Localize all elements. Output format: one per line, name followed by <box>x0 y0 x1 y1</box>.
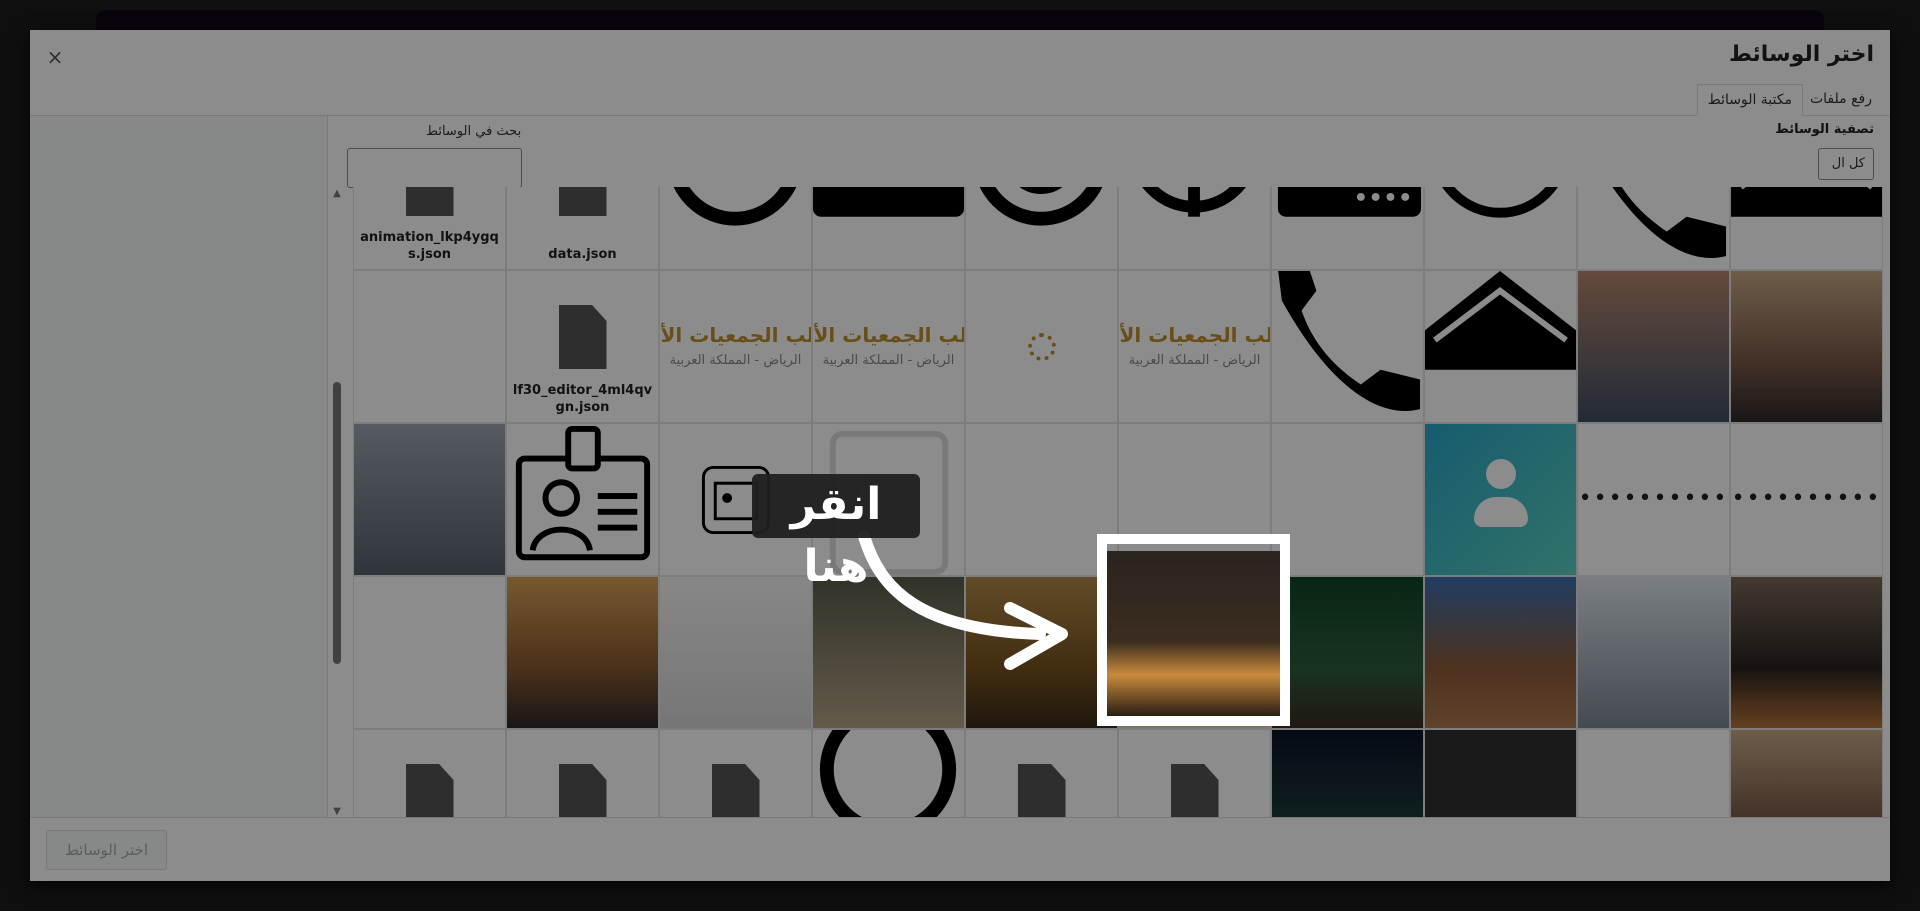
password-dots: •••••••••• <box>1731 486 1882 511</box>
dates-bowl-photo[interactable] <box>1271 576 1424 729</box>
search-icon <box>1442 187 1558 218</box>
media-item-caption: animation_lkp4ygqs.json <box>360 230 499 262</box>
media-item[interactable] <box>965 270 1118 423</box>
document-file-icon <box>711 764 760 821</box>
user-icon <box>1466 459 1536 539</box>
keyboard-icon <box>1277 187 1422 217</box>
scroll-thumb[interactable] <box>333 382 341 664</box>
select-media-button[interactable]: اختر الوسائط <box>46 830 168 870</box>
logo-subtext: الرياض - المملكة العربية <box>1128 353 1261 368</box>
document-file-icon <box>1170 764 1219 821</box>
tab-media-library[interactable]: مكتبة الوسائط <box>1696 84 1803 116</box>
media-modal: اختر الوسائط × رفع ملفات مكتبة الوسائط ت… <box>30 30 1890 881</box>
logo-text: الب الجمعيات الأهلية <box>1119 323 1271 347</box>
form-screenshot[interactable] <box>353 270 506 423</box>
highway-night-photo[interactable] <box>1271 729 1424 821</box>
envelope-icon <box>1425 271 1576 370</box>
media-item[interactable] <box>812 729 965 821</box>
media-item[interactable] <box>506 423 659 576</box>
logo-text: الب الجمعيات الأهلية <box>813 323 965 347</box>
media-item[interactable] <box>1577 187 1730 270</box>
media-item[interactable] <box>965 729 1118 821</box>
business-meeting-photo[interactable] <box>1577 576 1730 729</box>
document-file-icon <box>405 187 454 216</box>
document-file-icon <box>558 764 607 821</box>
child-hospital-photo[interactable] <box>659 576 812 729</box>
document-file-icon <box>558 187 607 216</box>
media-filter-select[interactable]: كل ال <box>1818 148 1874 180</box>
logo-subtext: الرياض - المملكة العربية <box>669 353 802 368</box>
close-icon[interactable]: × <box>40 42 70 72</box>
towers-sunset-photo[interactable] <box>1730 576 1883 729</box>
media-item[interactable]: data.json <box>506 187 659 270</box>
org-chart-image-2[interactable] <box>1577 729 1730 821</box>
logo-subtext: الرياض - المملكة العربية <box>822 353 955 368</box>
logo-mark-icon <box>1028 333 1056 361</box>
circle-icon <box>819 730 957 821</box>
media-item[interactable] <box>1271 270 1424 423</box>
media-item[interactable]: animation_lkp4ygqs.json <box>353 187 506 270</box>
tutorial-tooltip: انقر هنا <box>752 474 920 592</box>
media-item[interactable]: •••••••••• <box>1577 423 1730 576</box>
media-item[interactable] <box>1271 187 1424 270</box>
skyline-fog-photo[interactable] <box>1577 270 1730 423</box>
document-file-icon <box>1017 764 1066 821</box>
id-badge-icon <box>515 425 651 561</box>
attachment-details-sidebar <box>30 116 328 817</box>
media-tabs: رفع ملفات مكتبة الوسائط <box>30 80 1890 116</box>
grid-scrollbar[interactable]: ▲ ▼ <box>331 188 343 818</box>
tutorial-highlight-frame <box>1097 534 1290 726</box>
dark-pattern-image[interactable] <box>1424 729 1577 821</box>
media-item[interactable] <box>1118 729 1271 821</box>
media-item[interactable] <box>659 187 812 270</box>
search-label: بحث في الوسائط <box>426 124 522 139</box>
media-item[interactable]: الب الجمعيات الأهلية الرياض - المملكة الع… <box>812 270 965 423</box>
briefcase-icon <box>813 187 964 217</box>
scroll-up-arrow-icon[interactable]: ▲ <box>331 188 343 200</box>
media-item[interactable] <box>1424 187 1577 270</box>
target-icon <box>979 187 1103 226</box>
password-dots: •••••••••• <box>1578 486 1729 511</box>
men-desert-photo[interactable] <box>1730 729 1883 821</box>
media-item[interactable]: lf30_editor_4ml4qvgn.json <box>506 270 659 423</box>
media-item[interactable] <box>1424 270 1577 423</box>
envelope-icon <box>1731 187 1882 217</box>
media-item-caption: lf30_editor_4ml4qvgn.json <box>512 383 653 415</box>
media-item[interactable]: الب الجمعيات الأهلية الرياض - المملكة الع… <box>659 270 812 423</box>
modal-header: اختر الوسائط × <box>30 30 1890 80</box>
media-item[interactable]: الب الجمعيات الأهلية الرياض - المملكة الع… <box>1118 270 1271 423</box>
man-phone-photo[interactable] <box>1730 270 1883 423</box>
media-item[interactable] <box>506 729 659 821</box>
document-file-icon <box>405 764 454 821</box>
media-item[interactable] <box>1118 187 1271 270</box>
media-item[interactable] <box>965 187 1118 270</box>
filter-label: تصفية الوسائط <box>1775 122 1874 137</box>
org-chart-image[interactable] <box>353 576 506 729</box>
media-item-caption: data.json <box>548 247 617 262</box>
media-item[interactable] <box>353 729 506 821</box>
modal-title: اختر الوسائط <box>1728 42 1874 67</box>
media-item[interactable] <box>812 187 965 270</box>
tab-upload-files[interactable]: رفع ملفات <box>1800 84 1882 116</box>
building-photo[interactable] <box>1424 576 1577 729</box>
circle-icon <box>673 187 797 226</box>
media-item[interactable] <box>659 729 812 821</box>
city-sunset-photo[interactable] <box>506 576 659 729</box>
document-file-icon <box>558 305 607 369</box>
podcast-icon <box>1142 187 1246 217</box>
tutorial-arrow-icon <box>858 530 1068 670</box>
phone-icon <box>1612 187 1727 258</box>
kingdom-tower-photo[interactable] <box>353 423 506 576</box>
user-avatar-image[interactable] <box>1424 423 1577 576</box>
media-item[interactable] <box>1730 187 1883 270</box>
search-input[interactable] <box>347 148 522 188</box>
media-item[interactable]: •••••••••• <box>1730 423 1883 576</box>
logo-text: الب الجمعيات الأهلية <box>660 323 812 347</box>
phone-icon <box>1278 271 1421 411</box>
modal-footer: اختر الوسائط <box>30 817 1890 881</box>
infographic-image[interactable] <box>1271 423 1424 576</box>
